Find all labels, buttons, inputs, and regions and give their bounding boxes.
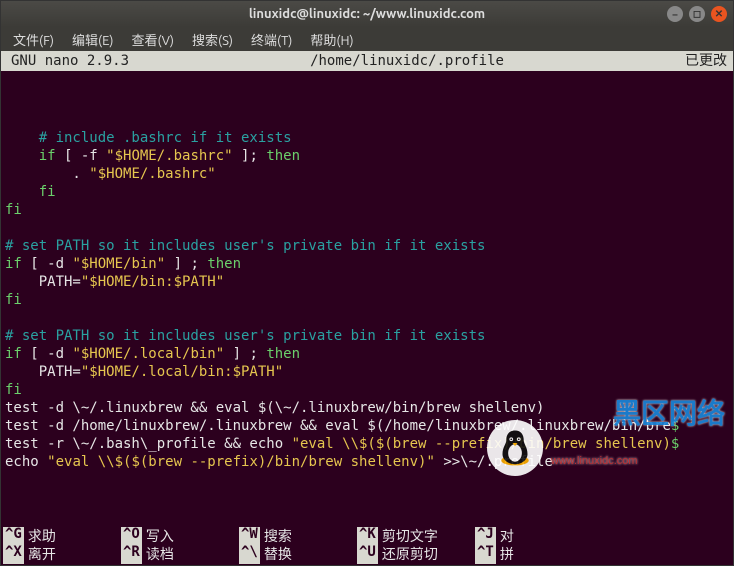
menu-search[interactable]: 搜索(S) [184,28,241,51]
help-label: 替换 [260,544,292,564]
help-key: ^G [3,526,24,546]
help-label: 搜索 [260,526,292,546]
help-label: 离开 [24,544,56,564]
menu-edit[interactable]: 编辑(E) [64,28,121,51]
nano-header: GNU nano 2.9.3 /home/linuxidc/.profile 已… [1,51,733,71]
code-line: # include .bashrc if it exists [1,129,733,147]
code-line: fi [1,183,733,201]
code-line: if [ -d "$HOME/bin" ] ; then [1,255,733,273]
help-row: ^G求助 ^O写入 ^W搜索 ^K剪切文字 ^J对 [1,527,733,545]
maximize-button[interactable]: ◻ [689,6,705,22]
help-key: ^T [475,544,496,564]
code-line [1,111,733,129]
help-shortcut: ^R读档 [119,544,229,564]
help-label: 写入 [142,526,174,546]
help-key: ^O [121,526,142,546]
code-line: if [ -d "$HOME/.local/bin" ] ; then [1,345,733,363]
close-button[interactable]: ✕ [711,6,727,22]
nano-filename: /home/linuxidc/.profile [129,51,685,71]
help-key: ^J [475,526,496,546]
help-label: 求助 [24,526,56,546]
code-line: fi [1,381,733,399]
help-shortcut: ^T拼 [473,544,583,564]
help-label: 剪切文字 [378,526,438,546]
help-row: ^X离开 ^R读档 ^\替换 ^U还原剪切 ^T拼 [1,545,733,563]
editor-area[interactable]: # include .bashrc if it exists if [ -f "… [1,71,733,527]
help-shortcut: ^J对 [473,526,583,546]
help-shortcut: ^\替换 [237,544,347,564]
window-title: linuxidc@linuxidc: ~/www.linuxidc.com [7,7,727,21]
nano-version: GNU nano 2.9.3 [1,51,129,71]
code-line: PATH="$HOME/.local/bin:$PATH" [1,363,733,381]
code-line: fi [1,291,733,309]
menu-terminal[interactable]: 终端(T) [243,28,300,51]
code-line [1,219,733,237]
code-line: . "$HOME/.bashrc" [1,165,733,183]
code-line: # set PATH so it includes user's private… [1,237,733,255]
help-label: 读档 [142,544,174,564]
menu-view[interactable]: 查看(V) [124,28,182,51]
minimize-button[interactable]: – [667,6,683,22]
help-key: ^U [357,544,378,564]
code-line: # set PATH so it includes user's private… [1,327,733,345]
help-key: ^W [239,526,260,546]
help-key: ^K [357,526,378,546]
code-line: test -r \~/.bash\_profile && echo "eval … [1,435,733,453]
help-key: ^X [3,544,24,564]
menubar: 文件(F) 编辑(E) 查看(V) 搜索(S) 终端(T) 帮助(H) [1,27,733,51]
code-line [1,309,733,327]
terminal-window: linuxidc@linuxidc: ~/www.linuxidc.com – … [0,0,734,566]
menu-help[interactable]: 帮助(H) [302,28,361,51]
help-shortcut: ^O写入 [119,526,229,546]
help-label: 对 [496,526,514,546]
help-key: ^R [121,544,142,564]
menu-file[interactable]: 文件(F) [5,28,62,51]
help-shortcut: ^K剪切文字 [355,526,465,546]
help-label: 拼 [496,544,514,564]
code-line: if [ -f "$HOME/.bashrc" ]; then [1,147,733,165]
titlebar: linuxidc@linuxidc: ~/www.linuxidc.com – … [1,1,733,27]
code-line: test -d /home/linuxbrew/.linuxbrew && ev… [1,417,733,435]
help-shortcut: ^G求助 [1,526,111,546]
code-line: fi [1,201,733,219]
code-line: PATH="$HOME/bin:$PATH" [1,273,733,291]
help-shortcut: ^U还原剪切 [355,544,465,564]
code-line: test -d \~/.linuxbrew && eval $(\~/.linu… [1,399,733,417]
help-shortcut: ^W搜索 [237,526,347,546]
help-label: 还原剪切 [378,544,438,564]
code-line: echo "eval \\$($(brew --prefix)/bin/brew… [1,453,733,471]
nano-help: ^G求助 ^O写入 ^W搜索 ^K剪切文字 ^J对 ^X离开 ^R读档 ^\替换 ^U还原剪切… [1,527,733,565]
help-key: ^\ [239,544,260,564]
help-shortcut: ^X离开 [1,544,111,564]
window-buttons: – ◻ ✕ [667,6,727,22]
nano-modified: 已更改 [685,51,733,71]
